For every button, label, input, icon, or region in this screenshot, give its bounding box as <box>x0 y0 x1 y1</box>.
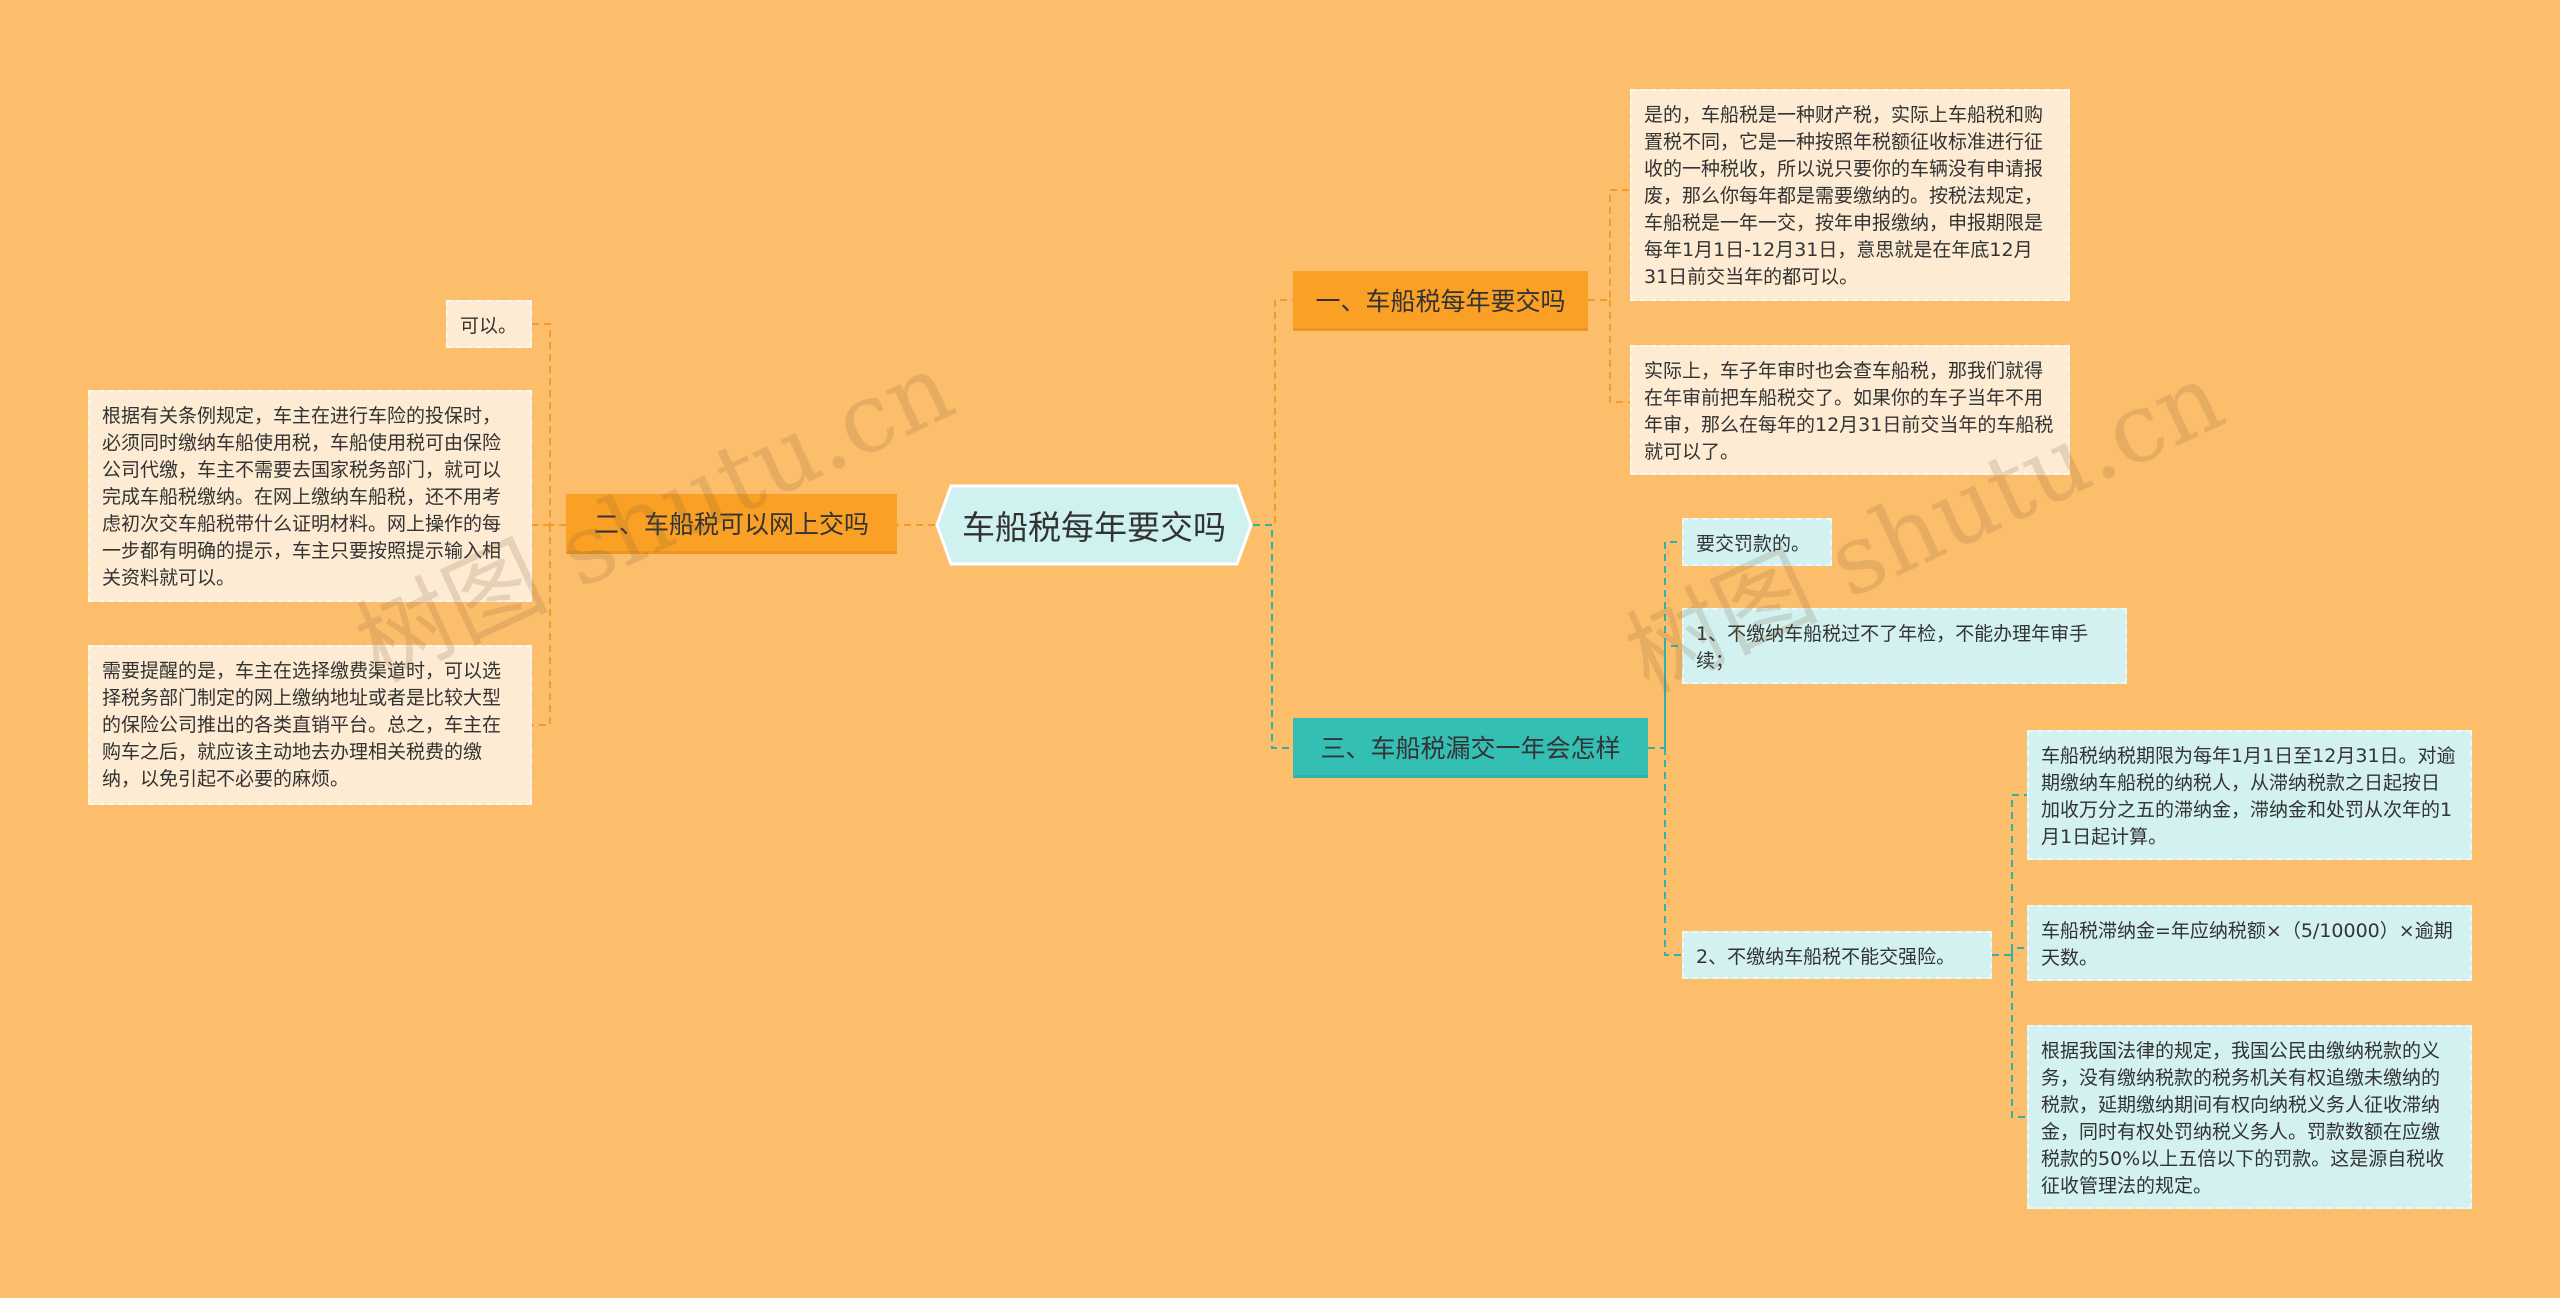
link-b1-leaves <box>1588 189 1630 403</box>
mind-map-canvas: 车船税每年要交吗 一、车船税每年要交吗 二、车船税可以网上交吗 三、车船税漏交一… <box>0 0 2560 1298</box>
b1-leaf-1[interactable]: 是的，车船税是一种财产税，实际上车船税和购置税不同，它是一种按照年税额征收标准进… <box>1630 89 2070 301</box>
b3-leaf-2[interactable]: 1、不缴纳车船税过不了年检，不能办理年审手续； <box>1682 608 2127 684</box>
b3-leaf-1[interactable]: 要交罚款的。 <box>1682 518 1832 566</box>
branch-2-node[interactable]: 二、车船税可以网上交吗 <box>566 494 897 554</box>
b2-leaf-2[interactable]: 根据有关条例规定，车主在进行车险的投保时，必须同时缴纳车船使用税，车船使用税可由… <box>88 390 532 602</box>
b3-leaf-3[interactable]: 2、不缴纳车船税不能交强险。 <box>1682 931 1992 979</box>
link-l3-subleaves <box>1992 794 2027 1118</box>
b2-leaf-3[interactable]: 需要提醒的是，车主在选择缴费渠道时，可以选择税务部门制定的网上缴纳地址或者是比较… <box>88 645 532 805</box>
b3-subleaf-2[interactable]: 车船税滞纳金=年应纳税额×（5/10000）×逾期天数。 <box>2027 905 2472 981</box>
link-b3-leaves <box>1648 541 1682 956</box>
link-root-b3 <box>1253 524 1293 749</box>
b2-leaf-1[interactable]: 可以。 <box>446 300 532 348</box>
b1-leaf-2[interactable]: 实际上，车子年审时也会查车船税，那我们就得在年审前把车船税交了。如果你的车子当年… <box>1630 345 2070 475</box>
b3-subleaf-3[interactable]: 根据我国法律的规定，我国公民由缴纳税款的义务，没有缴纳税款的税务机关有权追缴未缴… <box>2027 1025 2472 1209</box>
b3-subleaf-1[interactable]: 车船税纳税期限为每年1月1日至12月31日。对逾期缴纳车船税的纳税人，从滞纳税款… <box>2027 730 2472 860</box>
branch-1-node[interactable]: 一、车船税每年要交吗 <box>1293 271 1588 331</box>
link-b2-leaves <box>532 323 566 726</box>
branch-3-node[interactable]: 三、车船税漏交一年会怎样 <box>1293 718 1648 778</box>
root-node[interactable]: 车船税每年要交吗 <box>935 484 1253 566</box>
root-title: 车船税每年要交吗 <box>962 508 1226 547</box>
link-root-b1 <box>1253 299 1293 526</box>
